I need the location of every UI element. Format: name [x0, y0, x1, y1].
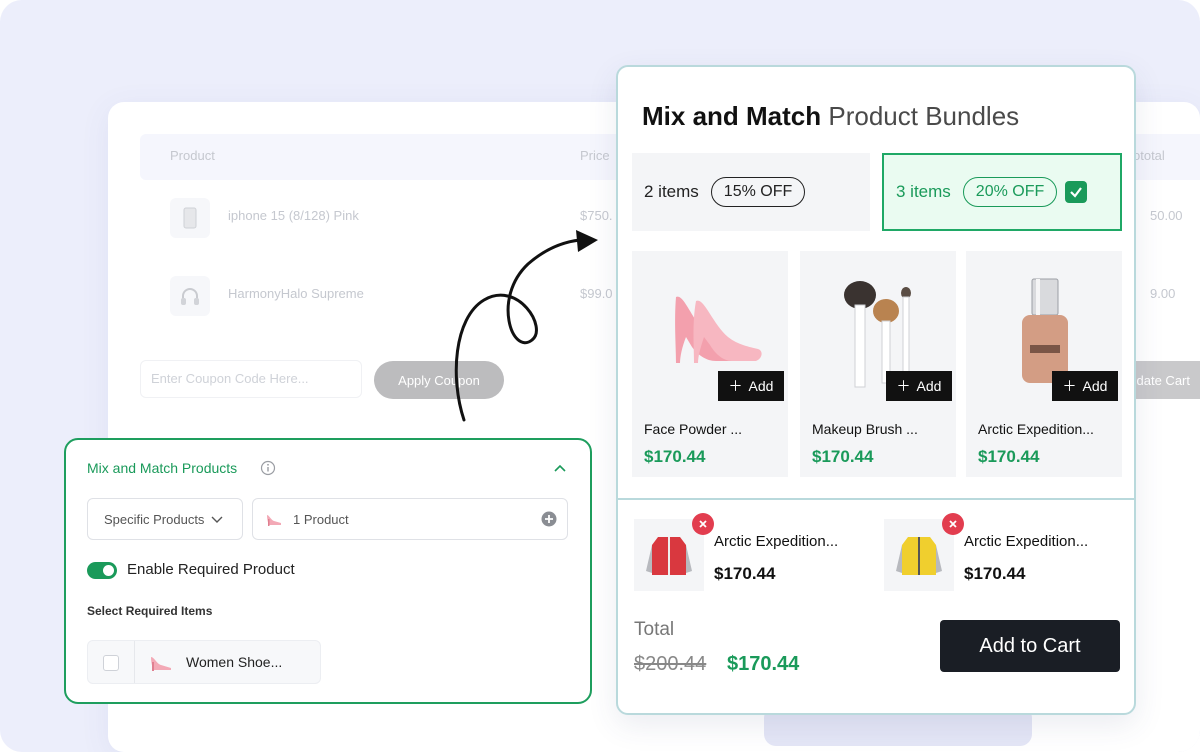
toggle-label: Enable Required Product	[127, 561, 295, 578]
product-name: Arctic Expedition...	[978, 421, 1094, 437]
tier-label: 3 items	[896, 182, 951, 201]
shoe-icon	[267, 515, 281, 526]
required-item-name: Women Shoe...	[186, 654, 283, 670]
add-label: Add	[1082, 378, 1108, 394]
chevron-down-icon	[211, 516, 223, 523]
bundle-title-bold: Mix and Match	[642, 101, 822, 131]
product-price: $170.44	[812, 447, 874, 466]
required-item-checkbox[interactable]	[103, 655, 119, 671]
remove-item-icon[interactable]	[692, 513, 714, 535]
add-button[interactable]: ＋ Add	[1052, 371, 1118, 401]
header-price: Price	[580, 148, 610, 163]
selected-item-name: Arctic Expedition...	[714, 533, 839, 550]
product-name: Face Powder ...	[644, 421, 743, 437]
required-items-label: Select Required Items	[87, 604, 213, 618]
required-item-row[interactable]: Women Shoe...	[87, 640, 321, 684]
discount-badge: 15% OFF	[710, 177, 806, 207]
bundle-title: Mix and Match Product Bundles	[642, 101, 1019, 132]
plus-icon: ＋	[1062, 378, 1077, 394]
divider	[134, 641, 135, 683]
header-subtotal: ototal	[1133, 148, 1165, 163]
original-price: $200.44	[634, 653, 707, 675]
product-card[interactable]: ＋ Add Arctic Expedition... $170.44	[966, 251, 1122, 477]
plus-icon: ＋	[896, 378, 911, 394]
plus-icon: ＋	[728, 378, 743, 394]
phone-icon	[170, 198, 210, 238]
add-to-cart-button[interactable]: Add to Cart	[940, 620, 1120, 672]
cart-row-subtotal: 9.00	[1150, 286, 1176, 301]
add-button[interactable]: ＋ Add	[886, 371, 952, 401]
total-label: Total	[634, 619, 675, 640]
tier-option-2-items[interactable]: 2 items 15% OFF	[632, 153, 870, 231]
header-product: Product	[170, 148, 215, 163]
info-icon[interactable]	[260, 460, 276, 476]
product-count: 1 Product	[293, 511, 349, 527]
divider	[618, 498, 1134, 500]
cart-row-name: iphone 15 (8/128) Pink	[228, 208, 359, 223]
product-picker-field[interactable]: 1 Product	[252, 498, 568, 540]
tier-label: 2 items	[644, 182, 699, 201]
cart-row-price: $750.	[580, 208, 613, 223]
product-name: Makeup Brush ...	[812, 421, 918, 437]
product-scope-select[interactable]: Specific Products	[87, 498, 243, 540]
selected-item-price: $170.44	[714, 564, 776, 583]
discount-badge: 20% OFF	[962, 177, 1058, 207]
checkmark-icon	[1065, 181, 1088, 203]
cart-row-name: HarmonyHalo Supreme	[228, 286, 364, 301]
selected-item-price: $170.44	[964, 564, 1026, 583]
headphones-icon	[170, 276, 210, 316]
settings-title: Mix and Match Products	[87, 460, 238, 476]
add-label: Add	[748, 378, 774, 394]
product-card[interactable]: ＋ Add Face Powder ... $170.44	[632, 251, 788, 477]
curved-arrow-icon	[454, 230, 598, 422]
discounted-price: $170.44	[727, 653, 800, 675]
tier-option-3-items[interactable]: 3 items 20% OFF	[882, 153, 1122, 231]
remove-item-icon[interactable]	[942, 513, 964, 535]
shoe-icon	[151, 657, 171, 671]
selected-item-name: Arctic Expedition...	[964, 533, 1089, 550]
coupon-input[interactable]: Enter Coupon Code Here...	[140, 360, 362, 398]
chevron-up-icon[interactable]	[552, 460, 568, 476]
add-circle-icon[interactable]	[541, 511, 557, 527]
product-card[interactable]: ＋ Add Makeup Brush ... $170.44	[800, 251, 956, 477]
product-price: $170.44	[644, 447, 706, 466]
stage: Product Price ototal iphone 15 (8/128) P…	[0, 0, 1200, 752]
mix-match-settings-panel: Mix and Match Products Specific Products…	[64, 438, 592, 704]
select-value: Specific Products	[104, 511, 205, 527]
bundle-widget: Mix and Match Product Bundles 2 items 15…	[616, 65, 1136, 715]
add-button[interactable]: ＋ Add	[718, 371, 784, 401]
required-product-toggle[interactable]	[87, 562, 117, 579]
bundle-title-rest: Product Bundles	[828, 101, 1020, 131]
product-price: $170.44	[978, 447, 1040, 466]
cart-row-subtotal: 50.00	[1150, 208, 1183, 223]
add-label: Add	[916, 378, 942, 394]
